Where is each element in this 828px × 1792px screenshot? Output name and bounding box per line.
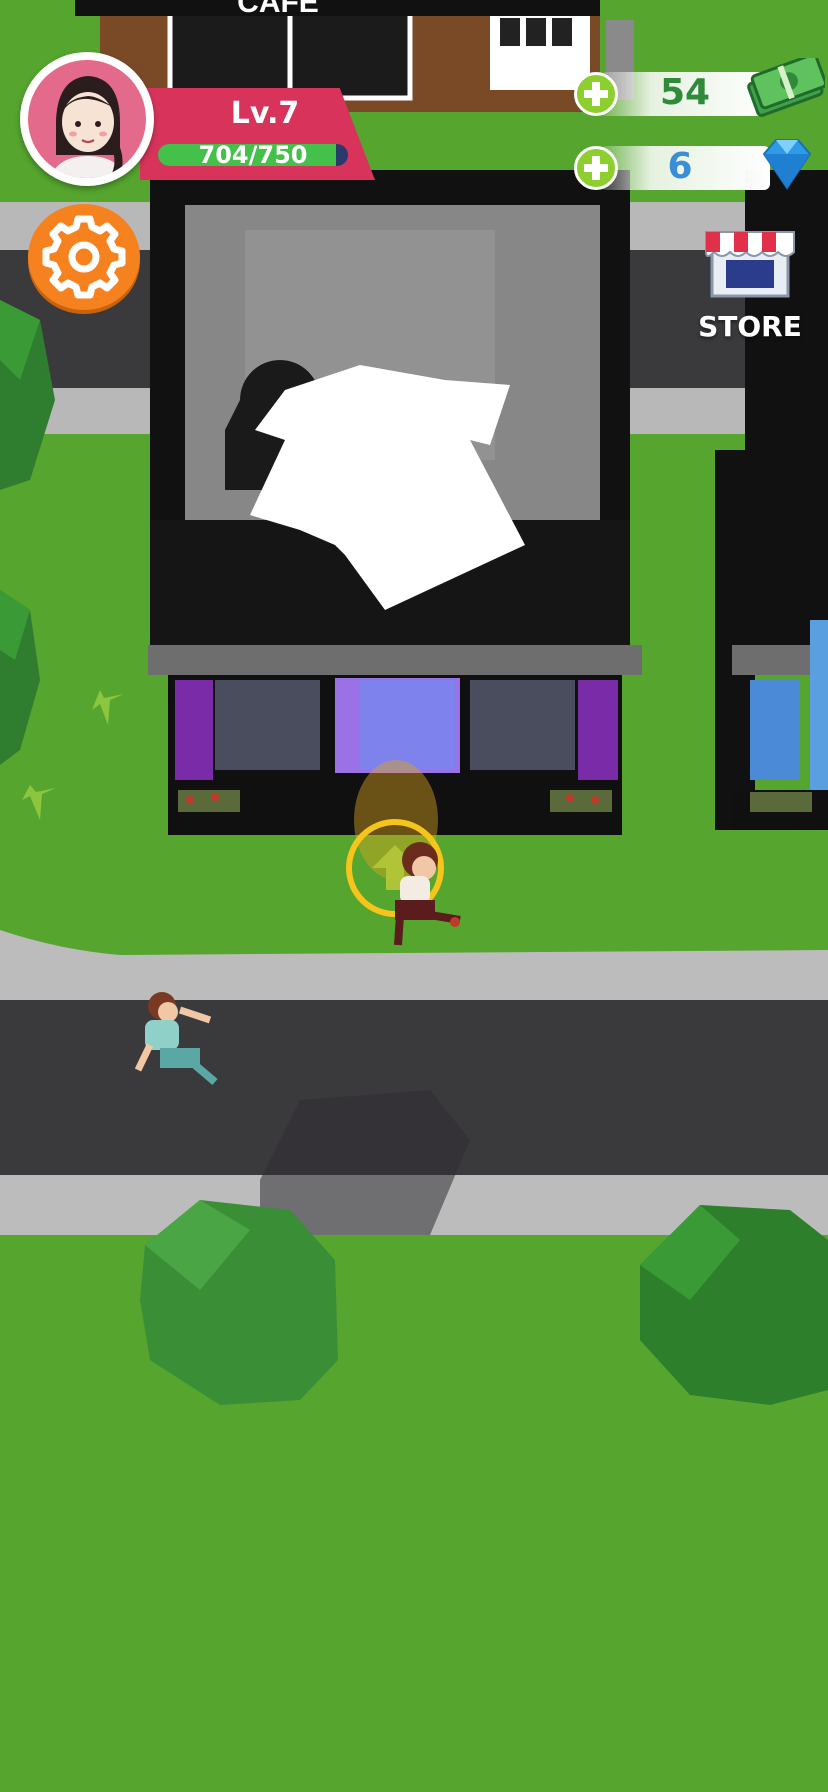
cash-icon (745, 53, 828, 118)
plus-icon (584, 156, 608, 180)
cafe-sign: CAFE (237, 0, 319, 19)
store-label: STORE (698, 310, 802, 343)
avatar[interactable] (20, 52, 154, 186)
add-cash-button[interactable] (574, 72, 618, 116)
add-gems-button[interactable] (574, 146, 618, 190)
settings-button[interactable] (28, 204, 140, 310)
store-icon (705, 231, 795, 298)
plus-icon (584, 82, 608, 106)
girl-face-icon (50, 76, 126, 178)
level-label: Lv.7 (230, 96, 300, 131)
xp-text: 704/750 (198, 141, 308, 169)
gear-icon (42, 215, 126, 299)
gem-icon (756, 132, 818, 194)
cash-value: 54 (659, 72, 711, 113)
avatar-portrait (28, 60, 146, 178)
gem-value: 6 (667, 146, 693, 187)
store-button[interactable]: STORE (690, 218, 810, 346)
